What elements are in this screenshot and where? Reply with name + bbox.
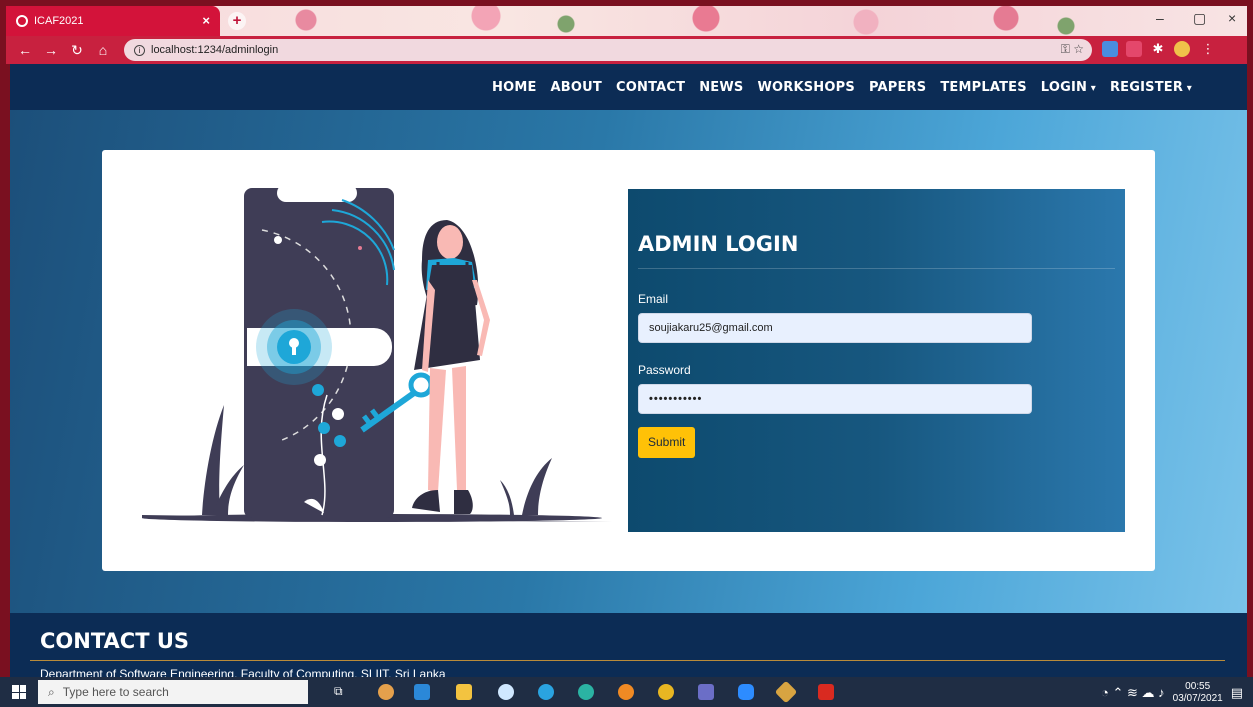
nav-login-dropdown[interactable]: LOGIN — [1041, 80, 1096, 95]
puzzle-icon[interactable]: ✱ — [1150, 41, 1166, 57]
firefox-icon[interactable] — [618, 684, 634, 700]
browser-toolbar: ← → ↻ ⌂ i localhost:1234/adminlogin ⚿ ☆ … — [6, 36, 1247, 64]
contact-subtitle: Department of Software Engineering, Facu… — [40, 667, 446, 677]
new-tab-button[interactable]: + — [228, 12, 246, 30]
nav-papers[interactable]: PAPERS — [869, 80, 926, 95]
windows-start-icon[interactable] — [12, 685, 26, 699]
avatar[interactable] — [1174, 41, 1190, 57]
wifi-icon[interactable]: ◔ ⌃ ≋ ☁ ♪ — [1101, 685, 1165, 701]
login-illustration — [142, 184, 612, 522]
hero-section: ADMIN LOGIN Email soujiakaru25@gmail.com… — [10, 110, 1247, 613]
taskbar-search-input[interactable]: ⌕ Type here to search — [38, 680, 308, 704]
menu-dots-icon[interactable]: ⋮ — [1200, 41, 1216, 57]
app-icon[interactable] — [378, 684, 394, 700]
site-info-icon[interactable]: i — [134, 44, 145, 56]
nav-news[interactable]: NEWS — [699, 80, 743, 95]
clock[interactable]: 00:55 03/07/2021 — [1173, 681, 1223, 705]
edge-icon[interactable] — [578, 684, 594, 700]
contact-section: CONTACT US Department of Software Engine… — [10, 613, 1247, 677]
browser-tab-bar: ICAF2021 × + – ▢ × — [6, 6, 1247, 36]
system-tray: ◔ ⌃ ≋ ☁ ♪ 00:55 03/07/2021 ▤ — [1101, 681, 1243, 705]
nav-templates[interactable]: TEMPLATES — [940, 80, 1026, 95]
nav-register-dropdown[interactable]: REGISTER — [1110, 80, 1192, 95]
nav-workshops[interactable]: WORKSHOPS — [757, 80, 854, 95]
password-field[interactable]: ••••••••••• — [638, 384, 1032, 414]
login-title: ADMIN LOGIN — [638, 232, 1115, 269]
email-label: Email — [638, 292, 669, 306]
chrome-icon[interactable] — [658, 684, 674, 700]
tab-close-icon[interactable]: × — [202, 13, 210, 28]
bookmark-star-icon[interactable]: ⚿ ☆ — [1061, 42, 1084, 57]
contact-title: CONTACT US — [40, 629, 190, 653]
home-icon[interactable]: ⌂ — [96, 42, 110, 58]
reload-icon[interactable]: ↻ — [70, 42, 84, 59]
contact-divider — [30, 660, 1225, 661]
clock-date: 03/07/2021 — [1172, 693, 1223, 704]
nav-home[interactable]: HOME — [492, 80, 537, 95]
file-explorer-icon[interactable] — [456, 684, 472, 700]
web-page: HOME ABOUT CONTACT NEWS WORKSHOPS PAPERS… — [10, 64, 1247, 677]
telegram-icon[interactable] — [538, 684, 554, 700]
extension-icon[interactable] — [1102, 41, 1118, 57]
zoom-icon[interactable] — [738, 684, 754, 700]
task-view-icon[interactable]: ⧉ — [334, 684, 350, 700]
address-bar[interactable]: i localhost:1234/adminlogin ⚿ ☆ — [124, 39, 1092, 61]
clock-time: 00:55 — [1185, 681, 1211, 692]
app-icon[interactable] — [498, 684, 514, 700]
minimize-icon[interactable]: – — [1156, 10, 1164, 26]
tab-title: ICAF2021 — [34, 15, 84, 27]
pocket-icon[interactable] — [1126, 41, 1142, 57]
search-placeholder: Type here to search — [62, 685, 169, 699]
admin-login-panel: ADMIN LOGIN Email soujiakaru25@gmail.com… — [628, 189, 1125, 532]
search-icon: ⌕ — [48, 684, 55, 699]
nav-contact[interactable]: CONTACT — [616, 80, 685, 95]
url-text: localhost:1234/adminlogin — [151, 44, 279, 56]
login-card: ADMIN LOGIN Email soujiakaru25@gmail.com… — [102, 150, 1155, 571]
submit-button[interactable]: Submit — [638, 427, 696, 458]
email-field[interactable]: soujiakaru25@gmail.com — [638, 313, 1032, 343]
vscode-icon[interactable] — [414, 684, 430, 700]
forward-arrow-icon[interactable]: → — [44, 42, 58, 58]
back-arrow-icon[interactable]: ← — [18, 42, 32, 58]
acrobat-icon[interactable] — [818, 684, 834, 700]
browser-tab[interactable]: ICAF2021 × — [6, 6, 220, 36]
window-close-icon[interactable]: × — [1228, 10, 1236, 26]
tab-favicon-icon — [16, 15, 28, 27]
password-label: Password — [638, 363, 691, 377]
nav-about[interactable]: ABOUT — [551, 80, 602, 95]
teams-icon[interactable] — [698, 684, 714, 700]
notifications-icon[interactable]: ▤ — [1231, 685, 1243, 701]
maximize-icon[interactable]: ▢ — [1193, 10, 1206, 27]
top-navigation: HOME ABOUT CONTACT NEWS WORKSHOPS PAPERS… — [10, 64, 1247, 110]
